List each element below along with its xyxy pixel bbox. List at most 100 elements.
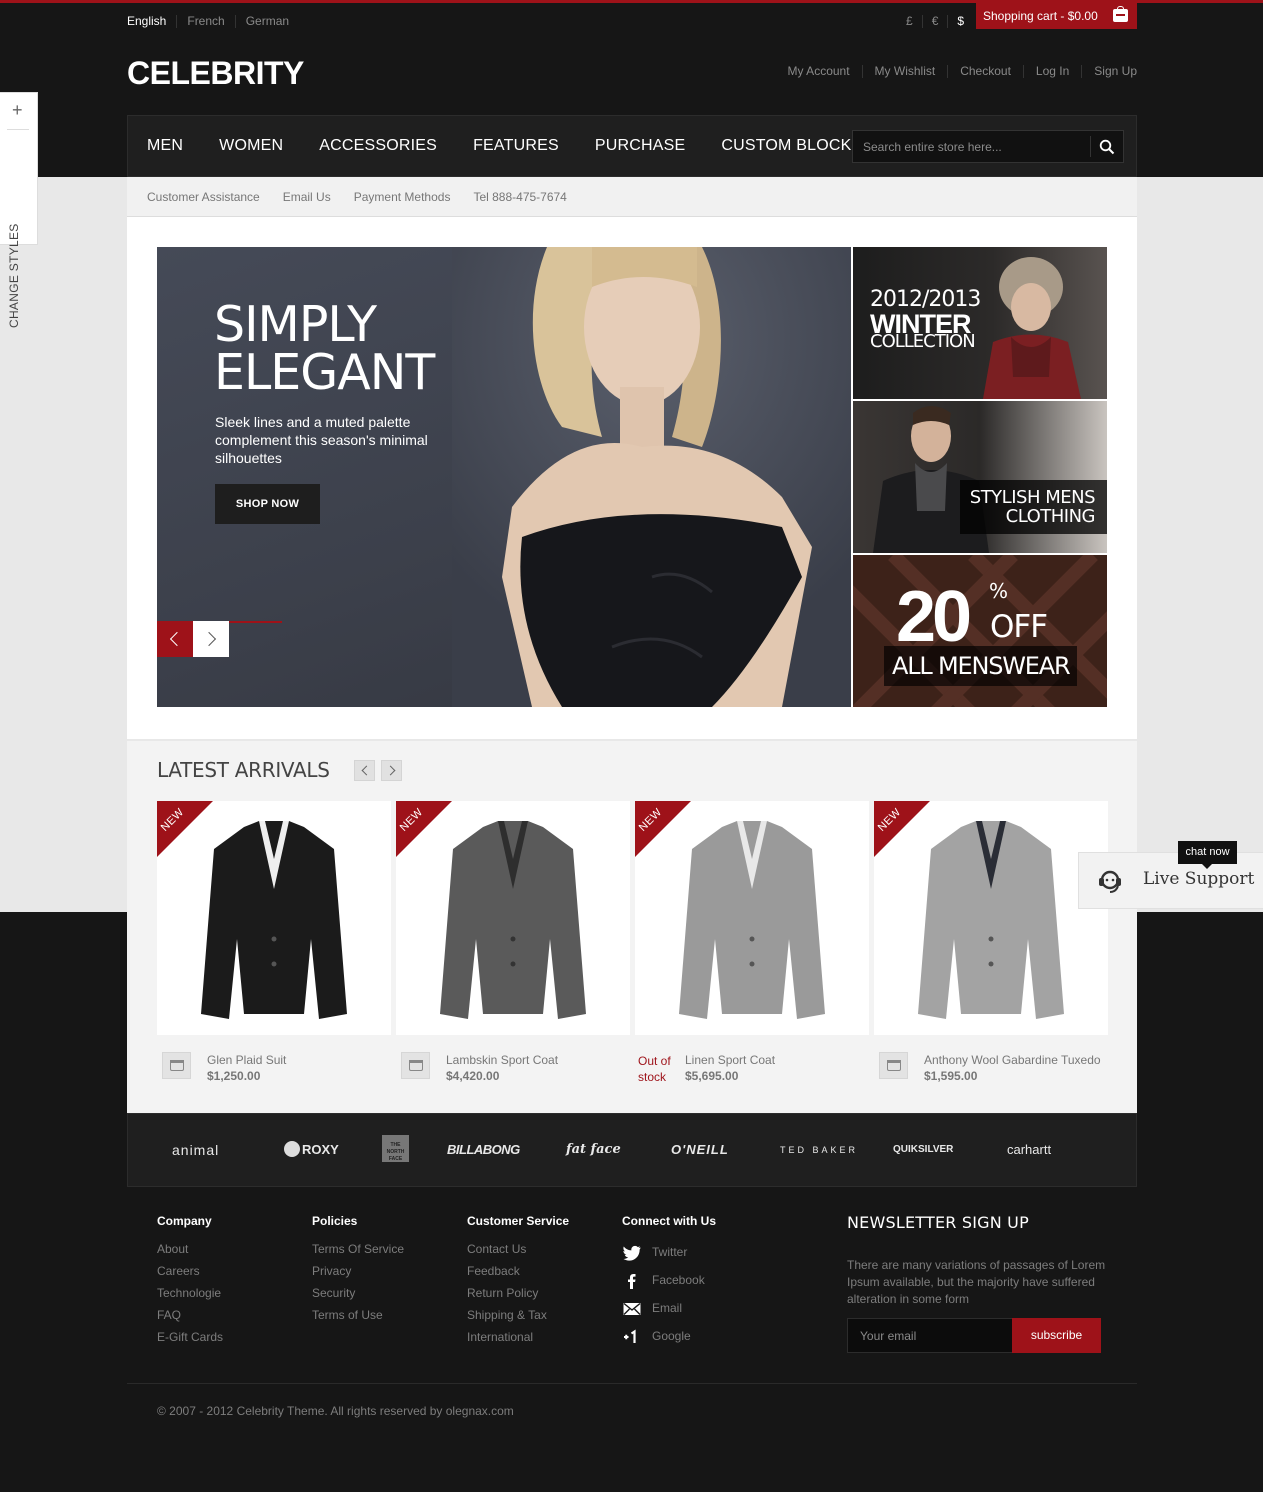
product-card[interactable]: NEW bbox=[874, 801, 1108, 1035]
latest-arrivals-title: LATEST ARRIVALS bbox=[157, 758, 330, 782]
language-switcher: English French German bbox=[127, 15, 309, 28]
brand-billabong[interactable]: BILLABONG bbox=[447, 1140, 520, 1160]
search-icon[interactable] bbox=[1099, 139, 1115, 155]
footer-link-google[interactable]: Google bbox=[652, 1329, 691, 1343]
footer-link-contact-us[interactable]: Contact Us bbox=[467, 1242, 526, 1256]
product-name[interactable]: Anthony Wool Gabardine Tuxedo bbox=[924, 1053, 1101, 1067]
change-styles-tab[interactable]: + CHANGE STYLES bbox=[0, 92, 38, 328]
footer-link-international[interactable]: International bbox=[467, 1330, 533, 1344]
newsletter-email-input[interactable] bbox=[847, 1318, 1012, 1353]
newsletter-description: There are many variations of passages of… bbox=[847, 1258, 1106, 1306]
brand-fat-face[interactable]: fat face bbox=[566, 1140, 621, 1160]
currency-usd[interactable]: $ bbox=[948, 15, 973, 28]
footer-link-gift-cards[interactable]: E-Gift Cards bbox=[157, 1330, 223, 1344]
brand-roxy[interactable]: ROXY bbox=[284, 1140, 339, 1160]
menswear-sale-banner[interactable]: 20 % OFF ALL MENSWEAR bbox=[853, 555, 1107, 707]
new-badge-label: NEW bbox=[158, 806, 187, 834]
shopping-cart-button[interactable]: Shopping cart - $0.00 bbox=[976, 3, 1137, 29]
brand-oneill[interactable]: O'NEILL bbox=[671, 1140, 729, 1160]
footer-link-about[interactable]: About bbox=[157, 1242, 188, 1256]
search-input[interactable] bbox=[863, 131, 1088, 162]
brand-quiksilver[interactable]: QUIKSILVER bbox=[893, 1140, 953, 1160]
slider-prev-button[interactable] bbox=[157, 621, 193, 657]
product-card[interactable]: NEW bbox=[635, 801, 869, 1035]
footer-link-faq[interactable]: FAQ bbox=[157, 1308, 181, 1322]
product-name[interactable]: Lambskin Sport Coat bbox=[446, 1053, 558, 1067]
footer-link-email[interactable]: Email bbox=[652, 1301, 682, 1315]
product-name[interactable]: Glen Plaid Suit bbox=[207, 1053, 286, 1067]
product-image bbox=[918, 821, 1064, 1019]
copyright-text: © 2007 - 2012 Celebrity Theme. All right… bbox=[157, 1404, 514, 1418]
headset-icon bbox=[1099, 870, 1121, 893]
secondary-navigation: Customer Assistance Email Us Payment Met… bbox=[127, 177, 1137, 217]
chat-now-tooltip[interactable]: chat now bbox=[1178, 841, 1237, 869]
arrivals-prev-button[interactable] bbox=[354, 760, 375, 781]
footer-link-careers[interactable]: Careers bbox=[157, 1264, 200, 1278]
subscribe-button[interactable]: subscribe bbox=[1012, 1318, 1101, 1353]
add-to-cart-button[interactable] bbox=[162, 1052, 191, 1079]
language-german[interactable]: German bbox=[246, 15, 299, 28]
footer-link-twitter[interactable]: Twitter bbox=[652, 1245, 687, 1259]
winter-collection-banner[interactable]: 2012/2013 WINTER COLLECTION bbox=[853, 247, 1107, 399]
product-card[interactable]: NEW bbox=[396, 801, 630, 1035]
live-support-label: Live Support bbox=[1143, 869, 1255, 889]
signup-link[interactable]: Sign Up bbox=[1082, 65, 1137, 78]
shopping-bag-icon bbox=[1113, 6, 1128, 22]
facebook-icon[interactable] bbox=[623, 1273, 641, 1289]
customer-assistance-link[interactable]: Customer Assistance bbox=[147, 190, 260, 204]
payment-methods-link[interactable]: Payment Methods bbox=[354, 190, 451, 204]
nav-custom-block[interactable]: CUSTOM BLOCK bbox=[721, 137, 851, 155]
email-us-link[interactable]: Email Us bbox=[283, 190, 331, 204]
product-price: $1,595.00 bbox=[924, 1069, 978, 1083]
slider-next-button[interactable] bbox=[193, 621, 229, 657]
sale-percent: % bbox=[989, 579, 1009, 603]
mens-banner-line1: STYLISH MENS bbox=[969, 487, 1096, 508]
footer-link-security[interactable]: Security bbox=[312, 1286, 355, 1300]
roxy-heart-icon bbox=[284, 1141, 300, 1157]
shop-now-button[interactable]: SHOP NOW bbox=[215, 484, 320, 524]
footer-link-technologie[interactable]: Technologie bbox=[157, 1286, 221, 1300]
login-link[interactable]: Log In bbox=[1024, 65, 1083, 78]
my-wishlist-link[interactable]: My Wishlist bbox=[863, 65, 949, 78]
checkout-link[interactable]: Checkout bbox=[948, 65, 1024, 78]
footer-connect-title: Connect with Us bbox=[622, 1214, 717, 1228]
slider-progress bbox=[229, 621, 282, 623]
google-plus-one-icon[interactable] bbox=[622, 1329, 640, 1345]
currency-gbp[interactable]: £ bbox=[897, 15, 923, 28]
email-icon[interactable] bbox=[623, 1301, 641, 1317]
nav-women[interactable]: WOMEN bbox=[219, 137, 283, 155]
arrivals-next-button[interactable] bbox=[381, 760, 402, 781]
language-french[interactable]: French bbox=[187, 15, 236, 28]
footer-link-feedback[interactable]: Feedback bbox=[467, 1264, 520, 1278]
nav-features[interactable]: FEATURES bbox=[473, 137, 559, 155]
sale-caption: ALL MENSWEAR bbox=[892, 652, 1071, 680]
product-name[interactable]: Linen Sport Coat bbox=[685, 1053, 775, 1067]
plus-icon[interactable]: + bbox=[12, 101, 23, 119]
stylish-mens-banner[interactable]: STYLISH MENS CLOTHING bbox=[853, 401, 1107, 553]
main-navigation: MEN WOMEN ACCESSORIES FEATURES PURCHASE … bbox=[127, 115, 1137, 177]
twitter-icon[interactable] bbox=[623, 1245, 641, 1261]
logo[interactable]: CELEBRITY bbox=[127, 54, 304, 92]
footer-link-terms-of-service[interactable]: Terms Of Service bbox=[312, 1242, 404, 1256]
footer-link-shipping-tax[interactable]: Shipping & Tax bbox=[467, 1308, 547, 1322]
brand-animal[interactable]: animal bbox=[172, 1140, 219, 1160]
nav-accessories[interactable]: ACCESSORIES bbox=[319, 137, 437, 155]
tab-divider bbox=[7, 129, 29, 130]
brand-carhartt[interactable]: carhartt bbox=[1007, 1140, 1051, 1160]
currency-eur[interactable]: € bbox=[923, 15, 949, 28]
nav-purchase[interactable]: PURCHASE bbox=[595, 137, 686, 155]
add-to-cart-button[interactable] bbox=[879, 1052, 908, 1079]
brand-ted-baker[interactable]: TED BAKER bbox=[780, 1140, 858, 1160]
my-account-link[interactable]: My Account bbox=[788, 65, 863, 78]
footer-link-return-policy[interactable]: Return Policy bbox=[467, 1286, 538, 1300]
footer-link-facebook[interactable]: Facebook bbox=[652, 1273, 705, 1287]
footer-policies-title: Policies bbox=[312, 1214, 358, 1228]
language-english[interactable]: English bbox=[127, 15, 178, 28]
product-card[interactable]: NEW bbox=[157, 801, 391, 1035]
brand-the-north-face[interactable]: THE NORTH FACE bbox=[382, 1135, 409, 1162]
sale-off: OFF bbox=[990, 609, 1048, 645]
footer-link-privacy[interactable]: Privacy bbox=[312, 1264, 351, 1278]
footer-link-terms-of-use[interactable]: Terms of Use bbox=[312, 1308, 383, 1322]
nav-men[interactable]: MEN bbox=[147, 137, 183, 155]
add-to-cart-button[interactable] bbox=[401, 1052, 430, 1079]
